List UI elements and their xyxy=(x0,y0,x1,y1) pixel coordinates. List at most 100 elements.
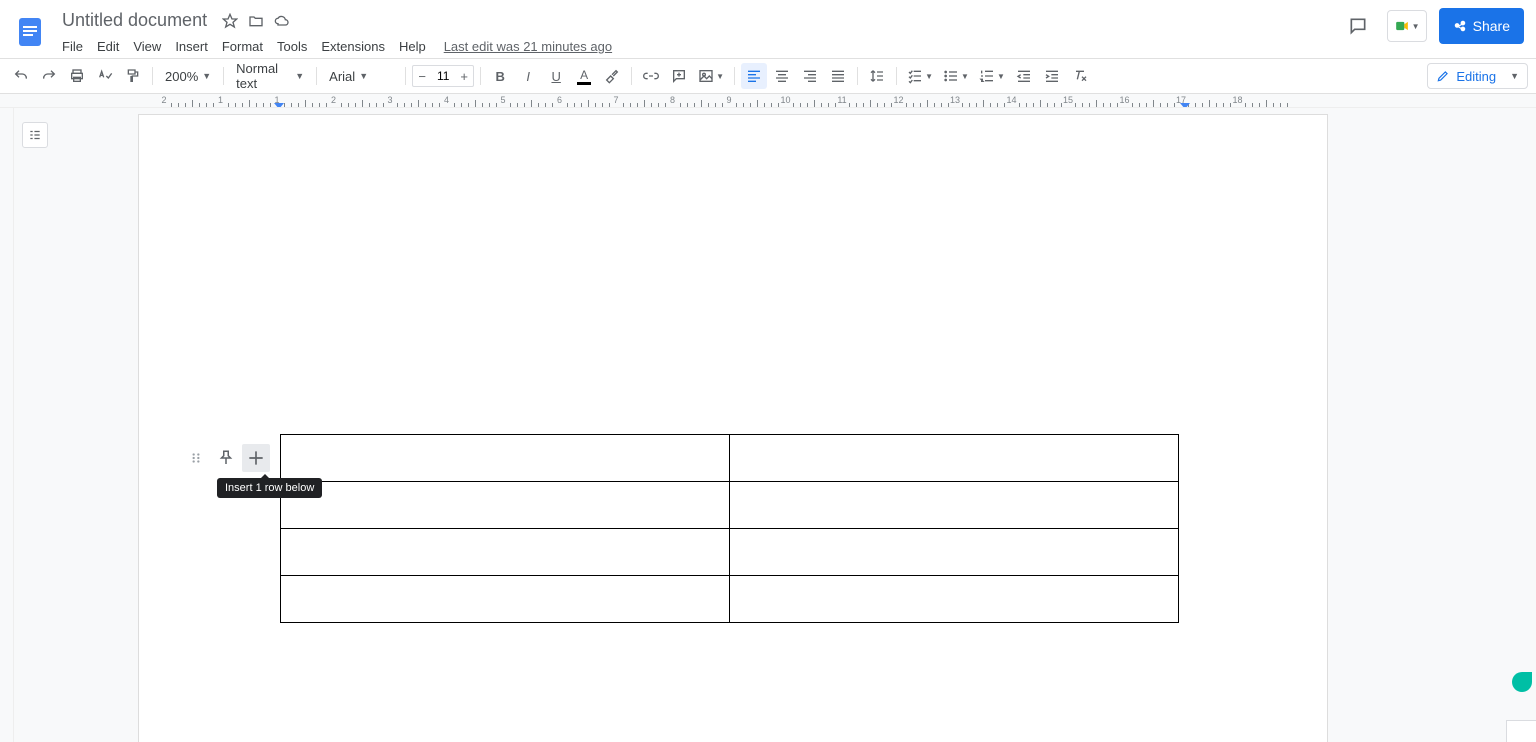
align-left-button[interactable] xyxy=(741,63,767,89)
bulleted-list-button[interactable]: ▼ xyxy=(939,63,973,89)
editing-mode-select[interactable]: Editing ▼ xyxy=(1427,63,1528,89)
style-select[interactable]: Normal text▼ xyxy=(230,64,310,88)
share-button[interactable]: Share xyxy=(1439,8,1524,44)
toolbar-separator xyxy=(152,67,153,85)
meet-button[interactable]: ▼ xyxy=(1387,10,1427,42)
ruler-number: 2 xyxy=(331,95,336,105)
comment-history-icon[interactable] xyxy=(1341,9,1375,43)
table-row[interactable] xyxy=(281,435,1179,482)
document-table[interactable] xyxy=(280,434,1179,623)
table-row-controls xyxy=(182,444,270,472)
table-cell[interactable] xyxy=(281,482,730,529)
horizontal-ruler[interactable]: 21123456789101112131415161718 xyxy=(0,94,1536,108)
bold-button[interactable]: B xyxy=(487,63,513,89)
insert-row-below-button[interactable] xyxy=(242,444,270,472)
numbered-list-button[interactable]: ▼ xyxy=(975,63,1009,89)
zoom-select[interactable]: 200%▼ xyxy=(159,64,217,88)
add-comment-button[interactable] xyxy=(666,63,692,89)
menubar: File Edit View Insert Format Tools Exten… xyxy=(56,35,1341,58)
undo-button[interactable] xyxy=(8,63,34,89)
ruler-number: 11 xyxy=(837,95,846,105)
font-size-input[interactable] xyxy=(431,66,455,86)
increase-indent-button[interactable] xyxy=(1039,63,1065,89)
star-icon[interactable] xyxy=(221,12,239,30)
checklist-button[interactable]: ▼ xyxy=(903,63,937,89)
ruler-number: 6 xyxy=(557,95,562,105)
align-justify-button[interactable] xyxy=(825,63,851,89)
toolbar-separator xyxy=(405,67,406,85)
menu-help[interactable]: Help xyxy=(393,35,432,58)
toolbar-separator xyxy=(896,67,897,85)
ruler-number: 12 xyxy=(893,95,903,105)
font-size-decrease[interactable]: − xyxy=(413,66,431,86)
ruler-number: 3 xyxy=(387,95,392,105)
cloud-status-icon[interactable] xyxy=(273,12,291,30)
underline-button[interactable]: U xyxy=(543,63,569,89)
highlight-button[interactable] xyxy=(599,63,625,89)
ruler-number: 10 xyxy=(780,95,790,105)
document-title[interactable]: Untitled document xyxy=(56,8,213,33)
redo-button[interactable] xyxy=(36,63,62,89)
menu-format[interactable]: Format xyxy=(216,35,269,58)
move-icon[interactable] xyxy=(247,12,265,30)
toolbar-separator xyxy=(480,67,481,85)
ruler-number: 18 xyxy=(1232,95,1242,105)
ruler-number: 2 xyxy=(161,95,166,105)
table-cell[interactable] xyxy=(281,435,730,482)
menu-file[interactable]: File xyxy=(56,35,89,58)
explore-fab[interactable] xyxy=(1512,672,1532,692)
clear-formatting-button[interactable] xyxy=(1067,63,1093,89)
table-cell[interactable] xyxy=(730,435,1179,482)
docs-logo[interactable] xyxy=(12,14,48,50)
align-right-button[interactable] xyxy=(797,63,823,89)
table-cell[interactable] xyxy=(281,529,730,576)
last-edit-link[interactable]: Last edit was 21 minutes ago xyxy=(444,39,612,54)
italic-button[interactable]: I xyxy=(515,63,541,89)
outline-toggle-button[interactable] xyxy=(22,122,48,148)
document-page[interactable] xyxy=(138,114,1328,742)
align-center-button[interactable] xyxy=(769,63,795,89)
paint-format-button[interactable] xyxy=(120,63,146,89)
table-cell[interactable] xyxy=(730,529,1179,576)
font-select[interactable]: Arial▼ xyxy=(323,64,399,88)
insert-link-button[interactable] xyxy=(638,63,664,89)
title-row: Untitled document xyxy=(56,8,1341,33)
table-cell[interactable] xyxy=(730,576,1179,623)
side-panel-toggle[interactable] xyxy=(1506,720,1536,742)
table-cell[interactable] xyxy=(281,576,730,623)
drag-handle-icon[interactable] xyxy=(182,444,210,472)
table-row[interactable] xyxy=(281,482,1179,529)
line-spacing-button[interactable] xyxy=(864,63,890,89)
menu-tools[interactable]: Tools xyxy=(271,35,313,58)
title-block: Untitled document File Edit View Insert … xyxy=(56,8,1341,58)
ruler-number: 14 xyxy=(1006,95,1016,105)
title-icons xyxy=(221,12,291,30)
tooltip: Insert 1 row below xyxy=(217,478,322,498)
toolbar-separator xyxy=(223,67,224,85)
ruler-number: 5 xyxy=(500,95,505,105)
menu-insert[interactable]: Insert xyxy=(169,35,214,58)
vertical-ruler[interactable] xyxy=(0,108,14,742)
toolbar-separator xyxy=(631,67,632,85)
menu-extensions[interactable]: Extensions xyxy=(315,35,391,58)
print-button[interactable] xyxy=(64,63,90,89)
header: Untitled document File Edit View Insert … xyxy=(0,0,1536,58)
decrease-indent-button[interactable] xyxy=(1011,63,1037,89)
pin-row-button[interactable] xyxy=(212,444,240,472)
table-row[interactable] xyxy=(281,576,1179,623)
table-row[interactable] xyxy=(281,529,1179,576)
font-size-increase[interactable]: + xyxy=(455,66,473,86)
header-right: ▼ Share xyxy=(1341,8,1524,44)
toolbar: 200%▼ Normal text▼ Arial▼ − + B I U A ▼ … xyxy=(0,58,1536,94)
menu-view[interactable]: View xyxy=(127,35,167,58)
ruler-number: 16 xyxy=(1119,95,1129,105)
insert-image-button[interactable]: ▼ xyxy=(694,63,728,89)
table-cell[interactable] xyxy=(730,482,1179,529)
menu-edit[interactable]: Edit xyxy=(91,35,125,58)
ruler-number: 8 xyxy=(670,95,675,105)
ruler-number: 15 xyxy=(1063,95,1073,105)
ruler-number: 7 xyxy=(613,95,618,105)
spellcheck-button[interactable] xyxy=(92,63,118,89)
ruler-number: 4 xyxy=(444,95,449,105)
text-color-button[interactable]: A xyxy=(571,63,597,89)
